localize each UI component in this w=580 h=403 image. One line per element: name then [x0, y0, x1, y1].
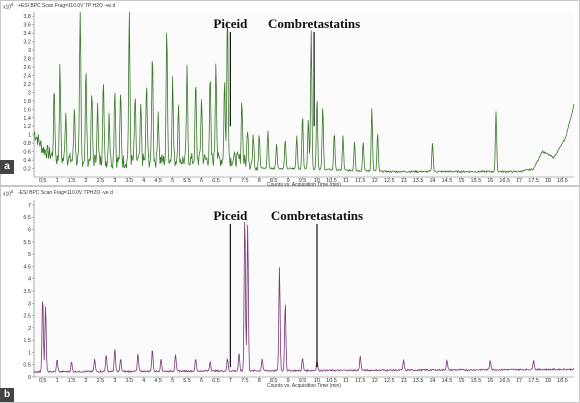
x-tick-label: 4	[142, 378, 145, 384]
y-tick-label: 4	[28, 277, 31, 283]
x-tick-label: 3	[113, 378, 116, 384]
y-tick-label: 6.5	[23, 215, 31, 221]
x-tick-label: 4.5	[154, 378, 162, 384]
x-tick-label: 16.5	[499, 378, 510, 384]
y-tick-label: 0.5	[23, 363, 31, 369]
x-tick-label: 12	[372, 378, 378, 384]
x-tick-label: 12.5	[384, 378, 395, 384]
annotation-label: Piceid	[213, 208, 248, 223]
y-tick-label: 3.5	[23, 289, 31, 295]
x-tick-label: 7.5	[241, 378, 249, 384]
x-tick-label: 18	[545, 378, 551, 384]
chromatogram-b: 00.511.522.533.544.555.566.570.5 1 1.5 2 2.5…	[23, 200, 575, 389]
x-tick-label: 15	[458, 378, 464, 384]
x-tick-label: 1	[56, 378, 59, 384]
x-tick-label: 2.5	[97, 378, 105, 384]
y-tick-label: 5	[28, 252, 31, 258]
y-tick-label: 0	[28, 375, 31, 381]
y-tick-label: 6	[28, 228, 31, 234]
y-tick-label: 1.5	[23, 338, 31, 344]
x-axis-label: Counts vs. Acquisition Time (min)	[267, 383, 341, 389]
y-tick-label: 1	[28, 350, 31, 356]
y-tick-label: 4.5	[23, 264, 31, 270]
figure: x106 +ESI BPC Scan Frag=110.0V TP H2O -v…	[0, 0, 580, 403]
y-tick-label: 7	[28, 203, 31, 209]
x-tick-label: 13	[401, 378, 407, 384]
x-tick-label: 6	[200, 378, 203, 384]
x-tick-label: 3.5	[125, 378, 133, 384]
x-tick-label: 1.5	[68, 378, 76, 384]
x-tick-label: 7	[229, 378, 232, 384]
x-tick-label: 17	[516, 378, 522, 384]
x-tick-label: 11.5	[355, 378, 365, 384]
x-tick-label: 15.5	[470, 378, 481, 384]
x-tick-label: 5	[171, 378, 174, 384]
x-tick-label: 17.5	[528, 378, 539, 384]
x-tick-label: 13.5	[413, 378, 424, 384]
x-tick-label: 2	[84, 378, 87, 384]
x-tick-label: 14	[429, 378, 435, 384]
annotation-label: Combretastatins	[271, 208, 363, 223]
x-tick-label: 11	[343, 378, 349, 384]
y-tick-label: 2	[28, 326, 31, 332]
y-tick-label: 3	[28, 301, 31, 307]
x-tick-label: 14.5	[442, 378, 453, 384]
x-tick-label: 5.5	[183, 378, 191, 384]
x-tick-label: 18.5	[557, 378, 568, 384]
y-tick-label: 5.5	[23, 240, 31, 246]
x-tick-label: 0.5	[39, 378, 47, 384]
x-tick-label: 8	[258, 378, 261, 384]
y-tick-label: 2.5	[23, 314, 31, 320]
x-tick-label: 16	[487, 378, 493, 384]
x-tick-label: 6.5	[212, 378, 220, 384]
chromatogram-trace	[33, 221, 575, 374]
